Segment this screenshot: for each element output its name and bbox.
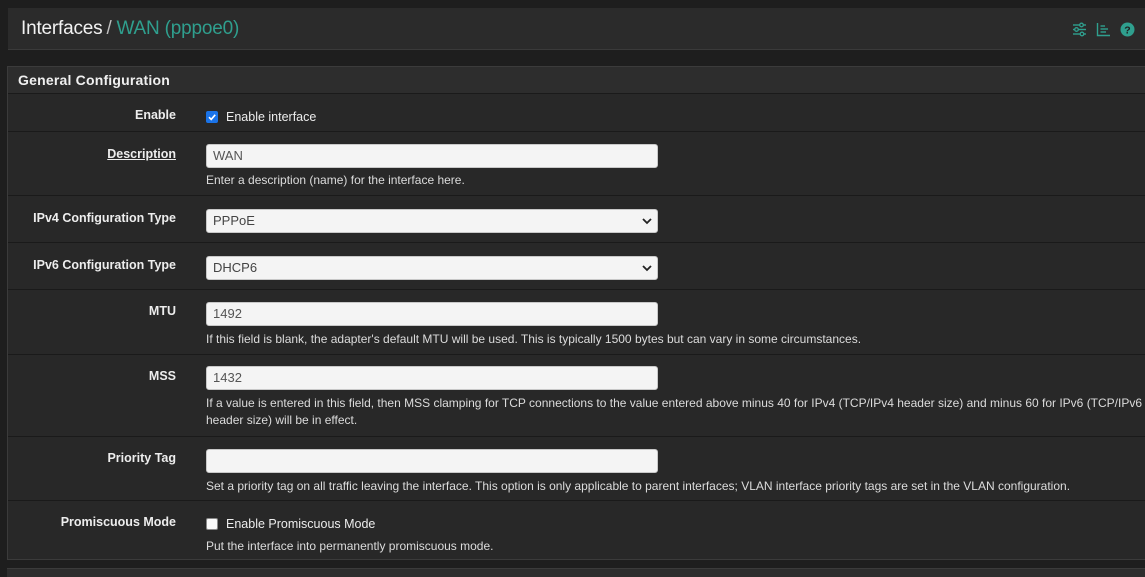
ipv6-type-control: DHCP6 — [206, 256, 658, 280]
mss-control: 1432 If a value is entered in this field… — [206, 366, 1142, 429]
promiscuous-label: Promiscuous Mode — [60, 515, 176, 529]
sliders-icon[interactable] — [1072, 22, 1087, 37]
ipv4-type-select[interactable]: PPPoE — [206, 209, 658, 233]
enable-label: Enable — [135, 108, 176, 122]
ipv6-type-row: IPv6 Configuration Type DHCP6 — [8, 243, 1145, 290]
ipv4-type-row: IPv4 Configuration Type PPPoE — [8, 196, 1145, 243]
breadcrumb-section[interactable]: Interfaces — [21, 18, 103, 39]
chevron-down-icon — [642, 265, 652, 272]
header-icons: ? — [1072, 22, 1135, 37]
enable-row: Enable Enable interface — [8, 94, 1145, 132]
ipv6-type-select[interactable]: DHCP6 — [206, 256, 658, 280]
breadcrumb: Interfaces / WAN (pppoe0) — [21, 18, 239, 40]
enable-checkbox-label[interactable]: Enable interface — [226, 110, 316, 124]
promiscuous-checkbox[interactable] — [206, 518, 218, 530]
ipv6-type-label: IPv6 Configuration Type — [33, 258, 176, 272]
ipv6-type-value: DHCP6 — [213, 260, 258, 275]
description-label[interactable]: Description — [107, 147, 176, 161]
priority-tag-input[interactable] — [206, 449, 658, 473]
chevron-down-icon — [642, 218, 652, 225]
breadcrumb-current[interactable]: WAN (pppoe0) — [117, 18, 240, 39]
priority-tag-help: Set a priority tag on all traffic leavin… — [206, 479, 1071, 493]
mtu-control: 1492 If this field is blank, the adapter… — [206, 302, 861, 348]
ipv4-type-label: IPv4 Configuration Type — [33, 211, 176, 225]
description-control: WAN Enter a description (name) for the i… — [206, 144, 658, 189]
ipv4-type-value: PPPoE — [213, 213, 255, 228]
mss-row: MSS 1432 If a value is entered in this f… — [8, 355, 1145, 437]
enable-control: Enable interface — [206, 108, 316, 126]
page-header: Interfaces / WAN (pppoe0) ? — [8, 8, 1145, 50]
description-row: Description WAN Enter a description (nam… — [8, 132, 1145, 196]
breadcrumb-separator: / — [106, 18, 112, 39]
svg-text:?: ? — [1124, 25, 1130, 37]
promiscuous-help: Put the interface into permanently promi… — [206, 539, 494, 553]
mss-help-line1: If a value is entered in this field, the… — [206, 396, 1143, 410]
general-configuration-panel: General Configuration Enable Enable inte… — [7, 66, 1145, 560]
mss-input[interactable]: 1432 — [206, 366, 658, 390]
help-icon[interactable]: ? — [1120, 22, 1135, 37]
mtu-row: MTU 1492 If this field is blank, the ada… — [8, 290, 1145, 355]
mss-help-line2: header size) will be in effect. — [206, 413, 358, 427]
chart-icon[interactable] — [1096, 22, 1111, 37]
mss-label: MSS — [148, 369, 176, 383]
mtu-label: MTU — [148, 304, 176, 318]
enable-checkbox[interactable] — [206, 111, 218, 123]
panel-title: General Configuration — [8, 67, 1145, 94]
promiscuous-checkbox-label[interactable]: Enable Promiscuous Mode — [226, 517, 375, 531]
priority-tag-control: Set a priority tag on all traffic leavin… — [206, 449, 1070, 495]
priority-tag-row: Priority Tag Set a priority tag on all t… — [8, 437, 1145, 501]
promiscuous-row: Promiscuous Mode Enable Promiscuous Mode… — [8, 501, 1145, 561]
mtu-help: If this field is blank, the adapter's de… — [206, 332, 862, 346]
description-input[interactable]: WAN — [206, 144, 658, 168]
priority-tag-label: Priority Tag — [107, 451, 176, 465]
ipv4-type-control: PPPoE — [206, 209, 658, 233]
promiscuous-control: Enable Promiscuous Mode Put the interfac… — [206, 515, 493, 555]
description-help: Enter a description (name) for the inter… — [206, 173, 465, 187]
mtu-input[interactable]: 1492 — [206, 302, 658, 326]
